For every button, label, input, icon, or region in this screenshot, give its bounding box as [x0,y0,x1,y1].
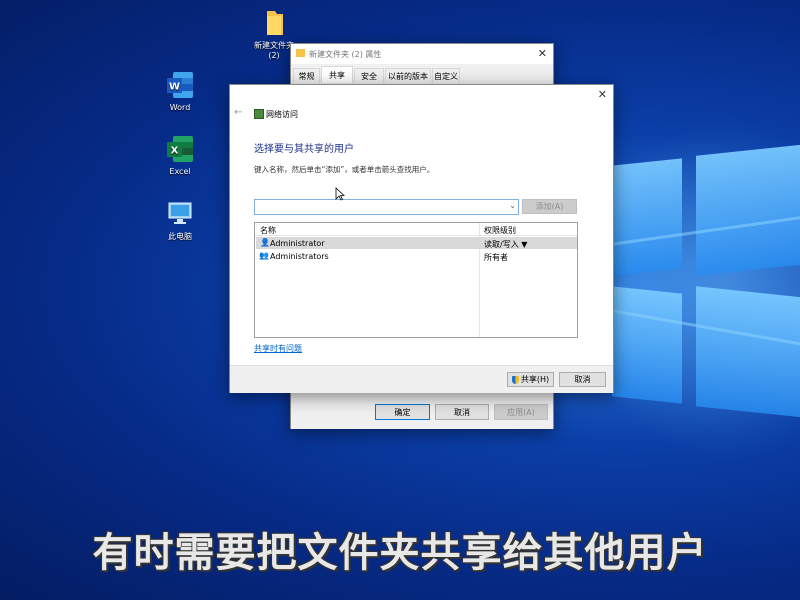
desktop-icon-word[interactable]: W Word [150,70,210,112]
video-caption: 有时需要把文件夹共享给其他用户 [92,530,708,576]
tab-general[interactable]: 常规 [293,68,320,83]
computer-icon [165,198,195,228]
row-name: Administrator [270,239,325,248]
row-permission: 所有者 [484,253,508,262]
apply-button[interactable]: 应用(A) [494,404,548,420]
dialog-heading: 选择要与其共享的用户 [254,144,354,155]
network-access-dialog[interactable]: ✕ ← 网络访问 选择要与其共享的用户 键入名称，然后单击“添加”，或者单击箭头… [229,84,614,393]
logo-pane-bottom-right [696,286,800,418]
cancel-button[interactable]: 取消 [435,404,489,420]
dialog-footer [230,365,613,393]
folder-icon [259,8,289,38]
logo-pane-top-right [696,144,800,276]
shield-icon [511,375,519,384]
properties-title: 新建文件夹 (2) 属性 [309,50,382,59]
svg-text:W: W [169,82,180,93]
close-icon[interactable]: ✕ [598,88,607,101]
desktop-icon-excel[interactable]: X Excel [150,134,210,176]
column-header-permission[interactable]: 权限级别 [484,225,516,236]
excel-icon: X [165,134,195,164]
logo-pane-top-left [612,158,682,276]
sharing-help-link[interactable]: 共享时有问题 [254,343,302,354]
table-row[interactable]: 👤 Administrator 读取/写入 ▼ [256,237,577,249]
ok-button[interactable]: 确定 [375,404,430,420]
word-icon: W [165,70,195,100]
users-grid[interactable]: 名称 权限级别 👤 Administrator 读取/写入 ▼ 👥 Admini… [254,222,578,338]
close-icon[interactable]: ✕ [538,47,547,60]
properties-titlebar[interactable]: 新建文件夹 (2) 属性 ✕ [291,44,553,64]
user-icon: 👤 [260,238,270,247]
tab-sharing[interactable]: 共享 [321,66,353,83]
user-name-combobox[interactable]: ⌄ [254,199,519,215]
desktop-icon-label: Word [169,103,191,112]
add-button[interactable]: 添加(A) [522,199,577,214]
folder-icon [296,49,305,57]
chevron-down-icon[interactable]: ⌄ [509,201,516,210]
group-icon: 👥 [259,251,269,260]
tab-previous-versions[interactable]: 以前的版本 [385,68,431,83]
permission-dropdown[interactable]: 读取/写入 ▼ [484,239,527,250]
svg-text:X: X [171,146,179,157]
desktop-icon-this-pc[interactable]: 此电脑 [150,198,210,242]
column-header-name[interactable]: 名称 [260,225,276,236]
network-icon [254,109,264,119]
tab-security[interactable]: 安全 [354,68,384,83]
desktop-icon-label: 此电脑 [168,232,192,241]
back-arrow-icon[interactable]: ← [234,107,242,118]
share-button[interactable]: 共享(H) [507,372,554,387]
logo-pane-bottom-left [612,286,682,404]
row-name: Administrators [270,252,329,261]
tab-customize[interactable]: 自定义 [432,68,460,83]
grid-header: 名称 权限级别 [255,223,577,236]
dialog-cancel-button[interactable]: 取消 [559,372,606,387]
mouse-cursor [335,187,346,203]
nav-title: 网络访问 [266,110,298,119]
table-row[interactable]: 👥 Administrators 所有者 [256,250,577,262]
desktop-icon-label: Excel [169,167,191,176]
instruction-text: 键入名称，然后单击“添加”，或者单击箭头查找用户。 [254,165,435,174]
